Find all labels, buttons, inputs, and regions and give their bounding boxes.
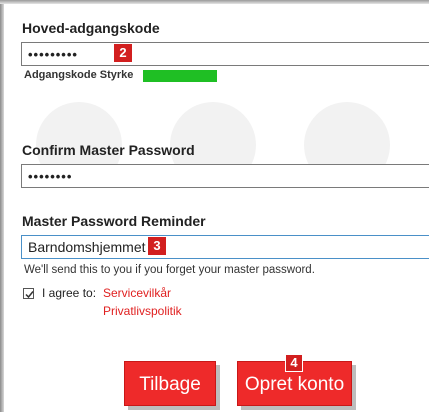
master-password-input[interactable]: •••••••••: [21, 42, 429, 66]
confirm-password-input[interactable]: ••••••••: [21, 164, 429, 188]
agree-checkbox[interactable]: [23, 288, 34, 299]
agree-label: I agree to:: [42, 286, 97, 300]
terms-of-service-link[interactable]: Servicevilkår: [103, 286, 171, 300]
password-reminder-label: Master Password Reminder: [22, 213, 206, 229]
window-edge-top: [0, 0, 429, 4]
master-password-value: •••••••••: [28, 47, 78, 62]
step-badge-2: 2: [114, 44, 132, 62]
reminder-hint: We'll send this to you if you forget you…: [24, 264, 315, 276]
confirm-password-value: ••••••••: [28, 169, 73, 184]
create-account-form: Hoved-adgangskode ••••••••• 2 Adgangskod…: [0, 0, 429, 412]
password-reminder-value: Barndomshjemmet: [28, 239, 146, 255]
master-password-label: Hoved-adgangskode: [22, 20, 160, 36]
step-badge-3: 3: [148, 237, 166, 255]
password-strength-label: Adgangskode Styrke: [24, 69, 134, 81]
password-strength-bar: [143, 70, 217, 82]
window-edge: [0, 0, 4, 412]
privacy-policy-link[interactable]: Privatlivspolitik: [103, 304, 182, 318]
checkmark-icon: [25, 291, 34, 299]
confirm-password-label: Confirm Master Password: [22, 142, 195, 158]
step-badge-4: 4: [285, 354, 303, 372]
password-reminder-input[interactable]: Barndomshjemmet: [21, 235, 429, 259]
back-button[interactable]: Tilbage: [124, 361, 216, 406]
